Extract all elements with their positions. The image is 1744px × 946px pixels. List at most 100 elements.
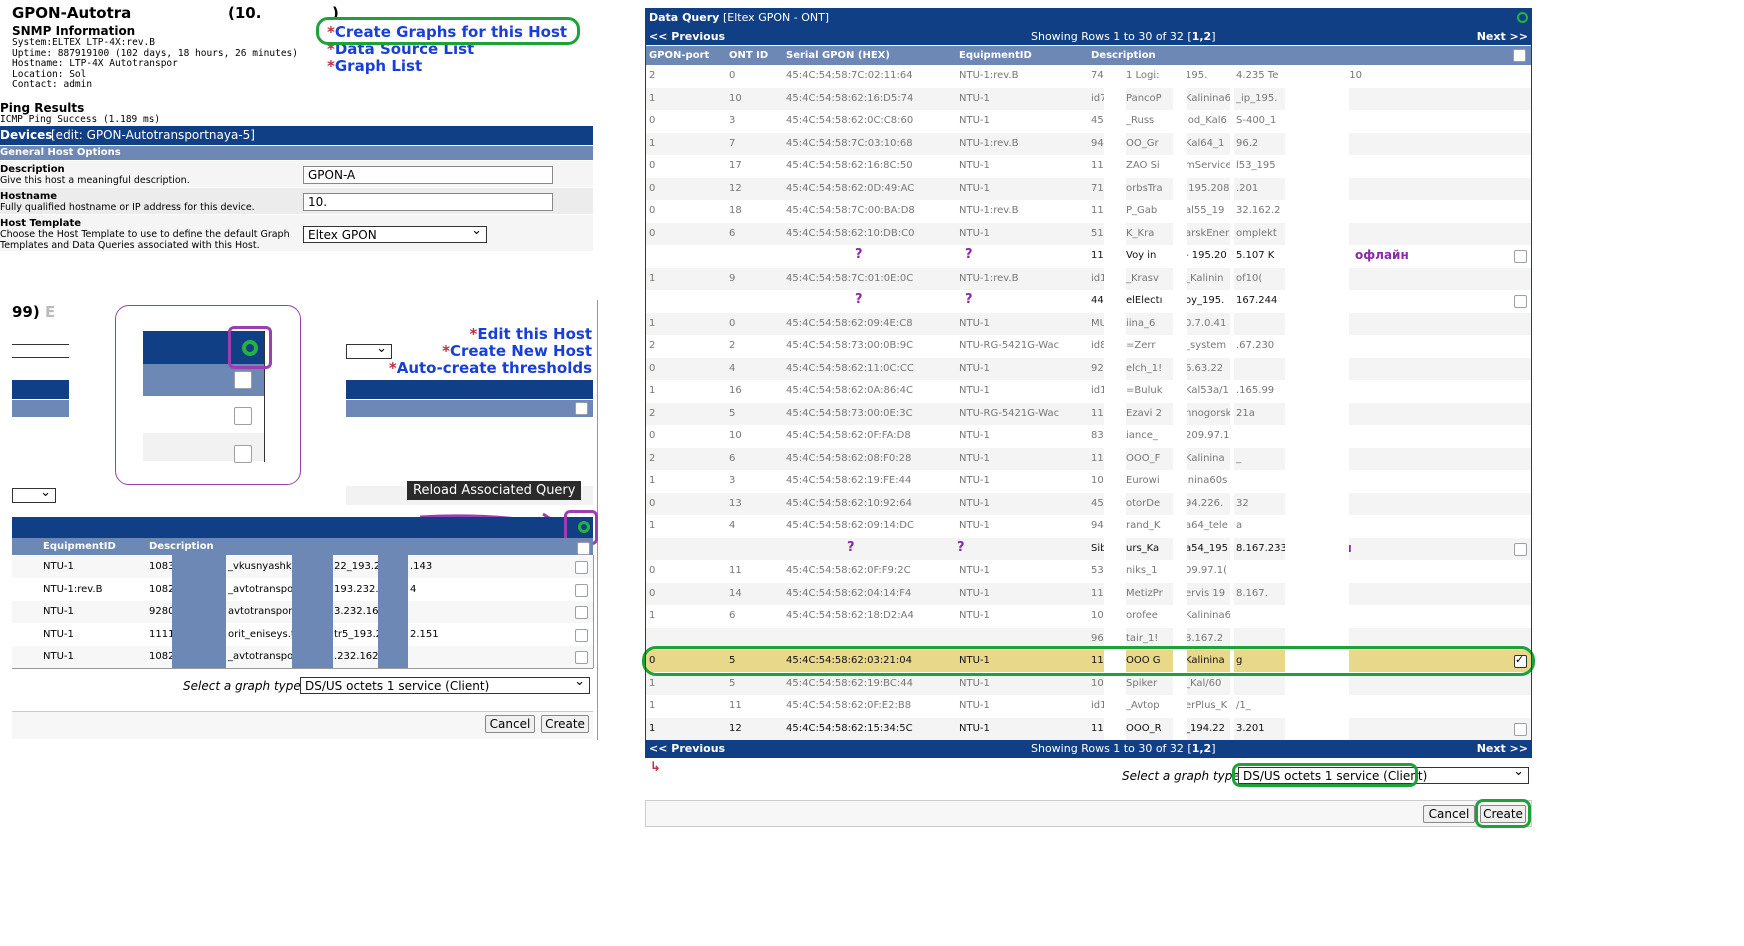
cell-serial: 45:4C:54:58:62:18:D2:A4 [786,610,914,621]
cell-equipment-id: NTU-1 [959,452,990,464]
cell-ont-id: 3 [729,115,736,126]
inset-checkbox[interactable] [234,407,252,425]
auto-create-thresholds-label[interactable]: Auto-create thresholds [397,359,592,377]
host-template-select[interactable]: Eltex GPON [303,223,487,243]
row-checkbox[interactable] [575,561,588,574]
cell-description: .232.162. [334,651,382,662]
unknown-value: ? [847,539,855,555]
host-title: GPON-Autotra [12,4,131,22]
table-row[interactable]: 2 2 45:4C:54:58:73:00:0B:9C NTU-RG-5421G-Wa… [645,335,1532,357]
cell-serial: 45:4C:54:58:62:0F:FA:D8 [786,430,911,441]
create-new-host-label[interactable]: Create New Host [450,342,592,360]
pager-pages[interactable]: 1,2 [1192,30,1212,43]
row-checkbox[interactable] [1514,250,1527,263]
table-row[interactable]: 1 6 45:4C:54:58:62:18:D2:A4 NTU-1 10! orofee K… [645,605,1532,627]
table-row[interactable]: 0 3 45:4C:54:58:62:0C:C8:60 NTU-1 45: _Russ lo… [645,110,1532,132]
partial-line [12,344,69,345]
dq-cancel-button[interactable]: Cancel [1423,805,1475,823]
reload-query-icon[interactable] [242,340,258,356]
edit-host-label[interactable]: Edit this Host [477,325,592,343]
cell-description: 8.167.233 [1236,542,1287,554]
cell-serial: 45:4C:54:58:62:0A:86:4C [786,385,913,396]
table-row[interactable]: 1 4 45:4C:54:58:62:09:14:DC NTU-1 94(rand_K a… [645,515,1532,537]
next-link[interactable]: Next >> [1477,742,1528,755]
select-all-checkbox[interactable] [575,402,588,415]
table-row[interactable]: 0 6 45:4C:54:58:62:10:DB:C0 NTU-1 51: K_Kra ar… [645,222,1532,245]
host-template-label: Host Template [0,218,82,229]
redaction-block [378,555,408,668]
pager-status: Showing Rows 1 to 30 of 32 [1,2] [1031,30,1216,43]
row-checkbox[interactable] [575,583,588,597]
left-table-header: EquipmentID Description [12,538,593,555]
table-row[interactable]: 1 7 45:4C:54:58:7C:03:10:68 NTU-1:rev.B 94(O… [645,132,1532,155]
table-row[interactable]: 0 18 45:4C:54:58:7C:00:BA:D8 NTU-1:rev.B 11:… [645,200,1532,222]
cell-serial: 45:4C:54:58:62:0F:E2:B8 [786,700,912,711]
table-row[interactable]: 2 0 45:4C:54:58:7C:02:11:64 NTU-1:rev.B 74(1… [645,65,1532,87]
pager-pages[interactable]: 1,2 [1192,742,1212,755]
partial-select[interactable] [12,485,56,503]
table-row[interactable]: 0 17 45:4C:54:58:62:16:8C:50 NTU-1 114 ZAO Si… [645,155,1532,177]
cancel-button[interactable]: Cancel [485,715,535,733]
previous-link[interactable]: << Previous [649,742,725,755]
next-link[interactable]: Next >> [1477,30,1528,43]
unknown-value: ? [855,247,863,262]
cell-description: 4 [410,583,417,595]
host-edit-actions: *Edit this Host *Create New Host *Auto-c… [389,326,592,377]
row-checkbox[interactable] [575,651,588,664]
table-row[interactable]: 1 9 45:4C:54:58:7C:01:0E:0C NTU-1:rev.B id1 _… [645,267,1532,290]
hostname-input[interactable]: 10. [303,193,553,211]
cell-gpon-port: 1 [649,92,656,104]
inset-checkbox[interactable] [234,371,252,389]
partial-steel-bar [346,400,593,417]
table-row[interactable]: 0 14 45:4C:54:58:62:04:14:F4 NTU-1 11(MetizP… [645,582,1532,605]
table-row[interactable]: 1 3 45:4C:54:58:62:19:FE:44 NTU-1 10(Eurowi i… [645,470,1532,492]
select-all-checkbox[interactable] [1513,49,1526,62]
select-all-checkbox[interactable] [577,542,590,555]
row-checkbox[interactable] [1514,295,1527,308]
auto-create-thresholds-link[interactable]: *Auto-create thresholds [389,360,592,377]
description-label: Description [0,164,65,175]
previous-link[interactable]: << Previous [649,30,725,43]
description-input[interactable]: GPON-A [303,166,553,184]
cell-description: rand_K [1126,520,1161,531]
graph-list-link[interactable]: *Graph List [327,58,567,75]
table-row[interactable]: 44!elElectıoy_195.167.244??офлайн [645,290,1532,312]
table-row[interactable]: 0 11 45:4C:54:58:62:0F:F9:2C NTU-1 53(niks_1… [645,560,1532,582]
pager-status-end: ] [1211,30,1216,43]
highlight-create-graphs [316,17,580,45]
table-row[interactable]: 2 6 45:4C:54:58:62:08:F0:28 NTU-1 11: OOO_F Ka… [645,447,1532,470]
cell-description: oy_195. [1185,295,1225,306]
table-row[interactable]: 0 10 45:4C:54:58:62:0F:FA:D8 NTU-1 83: iance_… [645,425,1532,447]
cell-serial: 45:4C:54:58:62:09:14:DC [786,520,914,531]
row-checkbox[interactable] [575,606,588,619]
table-row[interactable]: 0 12 45:4C:54:58:62:0D:49:AC NTU-1 71: orbsTr… [645,177,1532,200]
table-row[interactable]: 2 5 45:4C:54:58:73:00:0E:3C NTU-RG-5421G-Wa… [645,402,1532,425]
table-row[interactable]: 0 13 45:4C:54:58:62:10:92:64 NTU-1 45! otorDe… [645,492,1532,515]
table-row[interactable]: 1 16 45:4C:54:58:62:0A:86:4C NTU-1 id1 =Buluk… [645,380,1532,402]
row-checkbox[interactable] [1514,542,1527,556]
cell-equipment-id: NTU-1 [959,362,990,374]
table-row[interactable]: 1 10 45:4C:54:58:62:16:D5:74 NTU-1 id7 PancoP… [645,87,1532,110]
table-row[interactable]: 11:Voy in- 195.205.107 K75/8??офлайн [645,245,1532,267]
cell-description: _ip_195. [1236,92,1278,104]
edit-host-link[interactable]: *Edit this Host [389,326,592,343]
graph-list-label[interactable]: Graph List [335,57,422,75]
inset-checkbox[interactable] [234,445,252,463]
partial-select-right[interactable] [346,341,392,359]
table-row[interactable]: 1 12 45:4C:54:58:62:15:34:5C NTU-1 11(OOO_R _… [645,717,1532,740]
table-row[interactable]: Siburs_Kaa54_1958.167.233??офлайн [645,537,1532,560]
graph-type-select[interactable]: DS/US octets 1 service (Client) [300,674,590,694]
table-row[interactable]: 0 4 45:4C:54:58:62:11:0C:CC NTU-1 92(elch_1!… [645,357,1532,380]
row-checkbox[interactable] [575,628,588,642]
table-row[interactable]: 1 11 45:4C:54:58:62:0F:E2:B8 NTU-1 id1 _Avtop… [645,695,1532,717]
row-checkbox[interactable] [1514,722,1527,736]
create-new-host-link[interactable]: *Create New Host [389,343,592,360]
redaction-block [1285,65,1349,740]
table-row[interactable]: 1 0 45:4C:54:58:62:09:4E:C8 NTU-1 MU iina_6 0.… [645,312,1532,335]
cell-serial: 45:4C:54:58:73:00:0E:3C [786,407,913,419]
cell-equipment-id: NTU-1 [959,227,990,239]
create-button[interactable]: Create [541,715,589,733]
devices-edit-label: [edit: GPON-Autotransportnaya-5] [51,128,255,142]
reload-query-icon[interactable] [578,521,590,533]
reload-query-icon[interactable] [1517,12,1528,23]
